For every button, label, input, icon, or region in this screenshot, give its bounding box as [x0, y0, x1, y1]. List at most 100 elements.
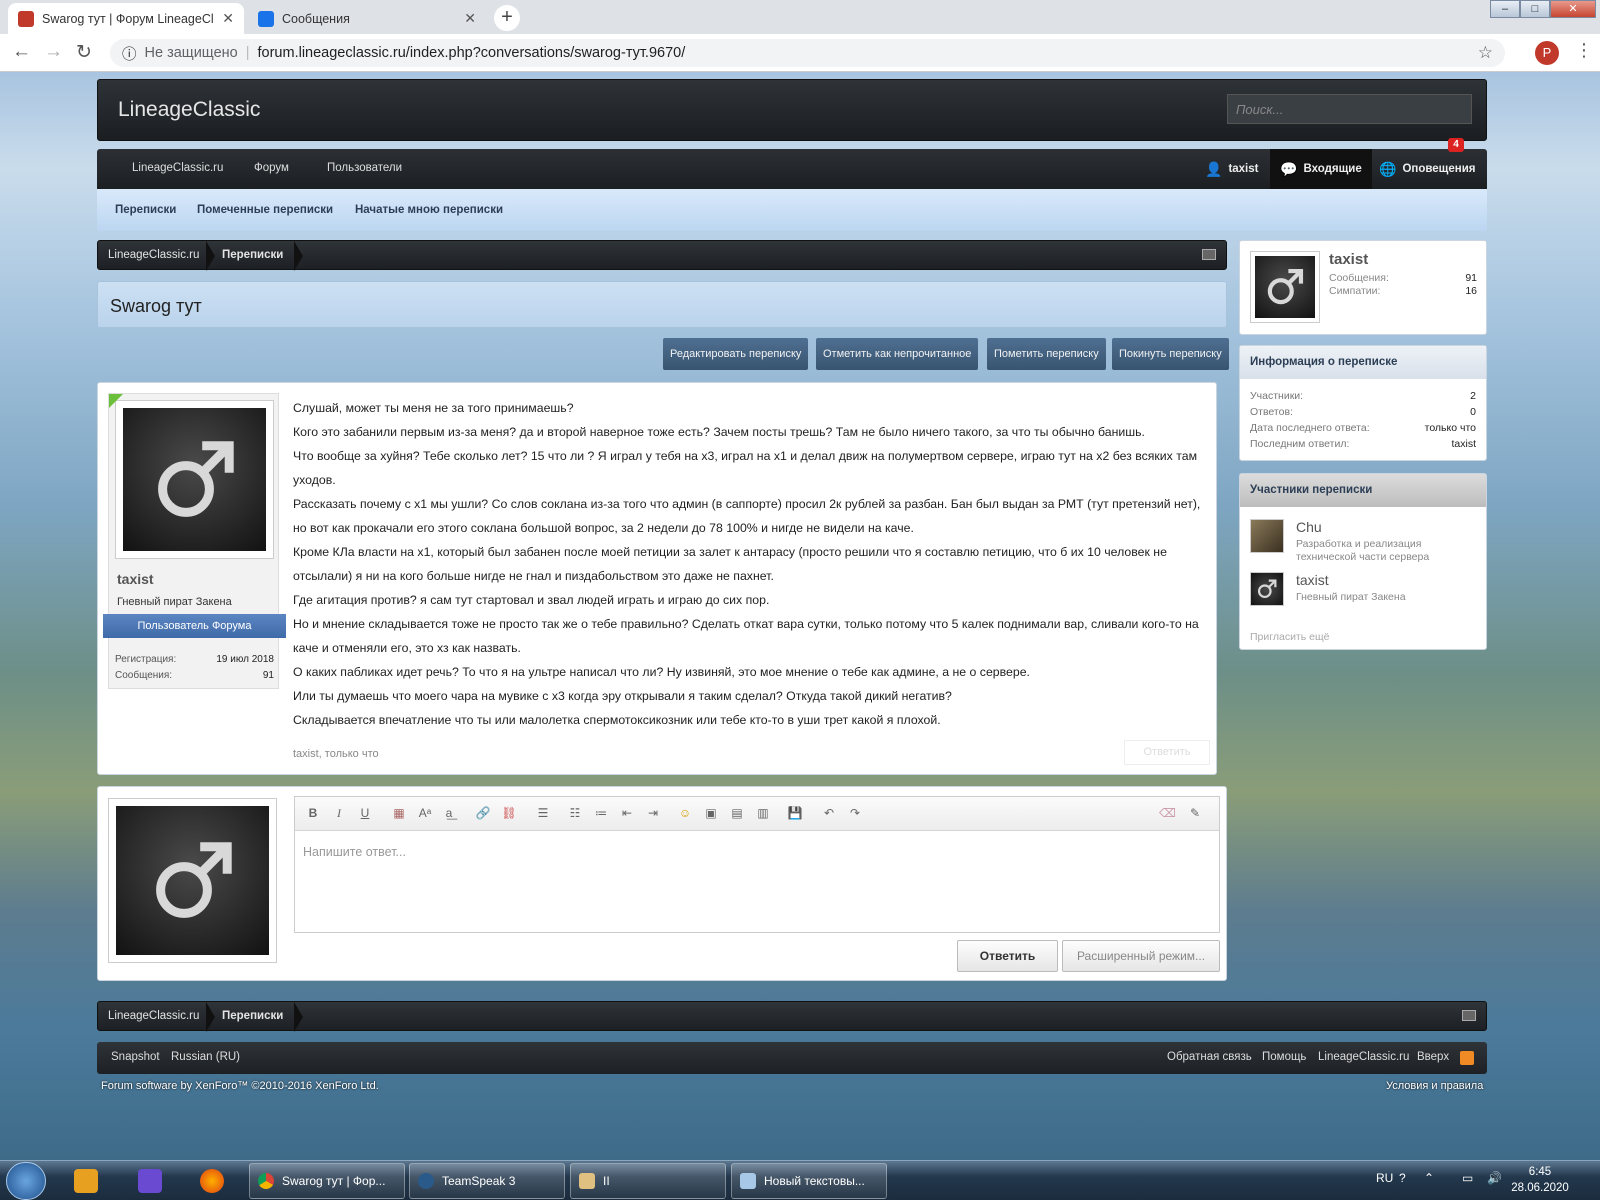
participant-desc: Разработка и реализация технической част… [1296, 538, 1430, 563]
participant-name[interactable]: Chu [1296, 519, 1322, 535]
network-icon[interactable]: ▭ [1462, 1171, 1473, 1185]
back-arrow-icon[interactable]: ← [12, 41, 31, 63]
remove-format-icon[interactable]: ⌫ [1159, 806, 1176, 820]
nav-home[interactable]: LineageClassic.ru [132, 162, 223, 174]
subnav-starred[interactable]: Помеченные переписки [197, 204, 333, 216]
indent-icon[interactable]: ⇥ [645, 806, 661, 820]
edit-conversation-button[interactable]: Редактировать переписку [663, 338, 809, 370]
insert-icon[interactable]: ▥ [755, 806, 771, 820]
numbered-list-icon[interactable]: ≔ [593, 806, 609, 820]
participant-name[interactable]: taxist [1296, 572, 1329, 588]
avatar[interactable] [1250, 251, 1320, 323]
copyright[interactable]: Forum software by XenForo™ ©2010-2016 Xe… [101, 1080, 379, 1092]
footer-help-link[interactable]: Помощь [1262, 1051, 1306, 1063]
close-tab-icon[interactable]: ✕ [222, 10, 234, 27]
footer-home-link[interactable]: LineageClassic.ru [1318, 1051, 1409, 1063]
align-icon[interactable]: ☰ [535, 806, 551, 820]
forward-arrow-icon[interactable]: → [44, 41, 63, 63]
underline-icon[interactable]: U [357, 806, 373, 820]
breadcrumb-home[interactable]: LineageClassic.ru [108, 249, 199, 261]
image-icon[interactable]: ▣ [703, 806, 719, 820]
footer-language-chooser[interactable]: Russian (RU) [171, 1051, 240, 1063]
terms-link[interactable]: Условия и правила [1386, 1080, 1483, 1092]
avatar[interactable] [1250, 572, 1284, 606]
reply-input[interactable]: Напишите ответ... [303, 845, 406, 859]
mark-unread-button[interactable]: Отметить как непрочитанное [816, 338, 979, 370]
taskbar-teamspeak[interactable]: TeamSpeak 3 [409, 1163, 565, 1199]
unlink-icon[interactable]: ⛓ [501, 806, 517, 820]
menu-dots-icon[interactable]: ⋮ [1575, 40, 1593, 61]
save-draft-icon[interactable]: 💾 [787, 806, 803, 820]
help-icon[interactable]: ? [1399, 1171, 1406, 1185]
profile-avatar[interactable]: P [1535, 41, 1559, 65]
browser-tab-forum[interactable]: Swarog тут | Форум LineageClassic ✕ [8, 3, 244, 34]
nav-user[interactable]: 👤 taxist [1195, 149, 1268, 189]
breadcrumb-conversations[interactable]: Переписки [222, 1010, 283, 1022]
message-username[interactable]: taxist [117, 571, 154, 587]
font-size-icon[interactable]: Aᵃ [417, 806, 433, 820]
media-icon[interactable]: ▤ [729, 806, 745, 820]
tray-expand-icon[interactable]: ⌃ [1424, 1171, 1434, 1185]
nav-alerts[interactable]: 🌐 Оповещения [1369, 149, 1486, 189]
search-input[interactable]: Поиск... [1227, 94, 1472, 124]
rss-icon[interactable] [1460, 1051, 1474, 1065]
subnav-started[interactable]: Начатые мною переписки [355, 204, 503, 216]
italic-icon[interactable]: I [331, 806, 347, 821]
start-button[interactable] [6, 1162, 46, 1200]
redo-icon[interactable]: ↷ [847, 806, 863, 820]
avatar[interactable] [115, 400, 274, 559]
source-mode-icon[interactable]: ✎ [1187, 806, 1203, 820]
site-logo[interactable]: LineageClassic [118, 98, 260, 122]
footer-style-chooser[interactable]: Snapshot [111, 1051, 160, 1063]
advanced-mode-button[interactable]: Расширенный режим... [1062, 940, 1220, 972]
reload-icon[interactable]: ↻ [76, 41, 92, 64]
taskbar-game[interactable]: II [570, 1163, 726, 1199]
browser-tab-messages[interactable]: Сообщения ✕ [248, 3, 486, 34]
avatar[interactable] [108, 798, 277, 963]
minimize-icon[interactable]: – [1490, 0, 1520, 18]
maximize-icon[interactable]: □ [1520, 0, 1550, 18]
visual-studio-icon[interactable] [138, 1169, 162, 1193]
footer-top-link[interactable]: Вверх [1417, 1051, 1449, 1063]
firefox-icon[interactable] [200, 1169, 224, 1193]
media-player-icon[interactable] [74, 1169, 98, 1193]
taskbar-notepad[interactable]: Новый текстовы... [731, 1163, 887, 1199]
bold-icon[interactable]: B [305, 806, 321, 820]
page-title: Swarog тут [110, 296, 202, 316]
info-icon[interactable]: ⓘ [122, 43, 137, 64]
bookmark-star-icon[interactable]: ☆ [1478, 43, 1493, 63]
footer-feedback-link[interactable]: Обратная связь [1167, 1051, 1252, 1063]
reply-submit-button[interactable]: Ответить [957, 940, 1058, 972]
bullet-list-icon[interactable]: ☷ [567, 806, 583, 820]
leave-conversation-button[interactable]: Покинуть переписку [1112, 338, 1229, 370]
close-tab-icon[interactable]: ✕ [464, 10, 476, 27]
smiley-icon[interactable]: ☺ [677, 806, 693, 820]
breadcrumb-conversations[interactable]: Переписки [222, 249, 283, 261]
nav-forum[interactable]: Форум [254, 162, 289, 174]
outdent-icon[interactable]: ⇤ [619, 806, 635, 820]
url-bar[interactable]: ⓘ Не защищено | forum.lineageclassic.ru/… [110, 39, 1505, 67]
sitemap-icon[interactable] [1202, 249, 1216, 260]
clock[interactable]: 6:45 28.06.2020 [1510, 1164, 1570, 1196]
new-tab-button[interactable]: + [494, 5, 520, 31]
volume-icon[interactable]: 🔊 [1487, 1171, 1502, 1185]
sidebar-username[interactable]: taxist [1329, 251, 1368, 268]
sitemap-icon[interactable] [1462, 1010, 1476, 1021]
taskbar-chrome[interactable]: Swarog тут | Фор... [249, 1163, 405, 1199]
undo-icon[interactable]: ↶ [821, 806, 837, 820]
reply-link[interactable]: Ответить [1124, 740, 1210, 765]
link-icon[interactable]: 🔗 [475, 806, 491, 820]
message-meta[interactable]: taxist, только что [293, 748, 379, 760]
close-window-icon[interactable]: ✕ [1550, 0, 1596, 18]
nav-members[interactable]: Пользователи [327, 162, 402, 174]
avatar[interactable] [1250, 519, 1284, 553]
nav-inbox[interactable]: 💬 Входящие [1270, 149, 1372, 189]
star-conversation-button[interactable]: Пометить переписку [987, 338, 1106, 370]
subnav-conversations[interactable]: Переписки [115, 204, 176, 216]
url-text[interactable]: forum.lineageclassic.ru/index.php?conver… [258, 45, 686, 61]
breadcrumb-home[interactable]: LineageClassic.ru [108, 1010, 199, 1022]
invite-more-link[interactable]: Пригласить ещё [1250, 631, 1329, 643]
font-family-icon[interactable]: a͟ [441, 806, 457, 820]
color-icon[interactable]: ▦ [391, 806, 407, 820]
language-indicator[interactable]: RU [1376, 1171, 1393, 1185]
